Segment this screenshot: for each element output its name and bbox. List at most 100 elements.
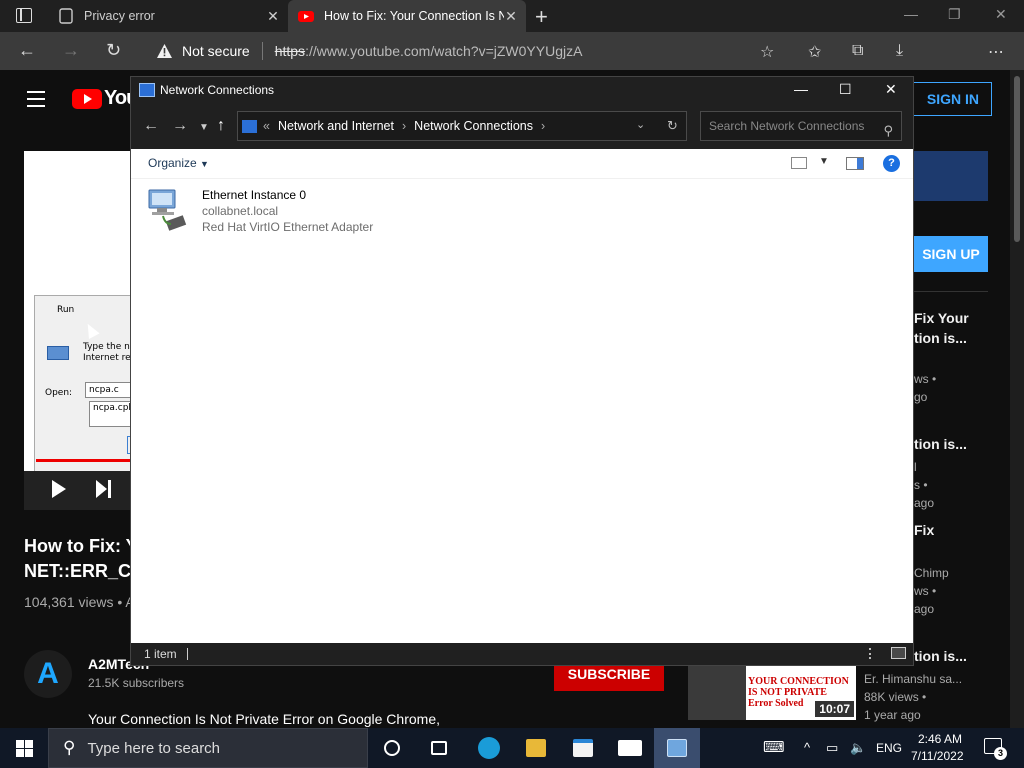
network-connections-taskbar-icon[interactable] [654, 728, 700, 768]
video-title-line: How to Fix: Yo [24, 536, 130, 556]
related-video-thumbnail[interactable]: YOUR CONNECTION IS NOT PRIVATE Error Sol… [688, 666, 856, 720]
recent-locations-icon[interactable]: ▼ [199, 122, 209, 133]
address-breadcrumb[interactable]: « Network and Internet › Network Connect… [237, 111, 687, 141]
change-view-icon[interactable] [791, 157, 807, 169]
close-tab-icon[interactable]: ✕ [266, 8, 280, 25]
new-tab-icon[interactable]: + [535, 4, 548, 30]
video-progress-bar[interactable] [36, 459, 130, 462]
minimize-icon[interactable]: — [794, 81, 808, 97]
favorites-icon[interactable]: ✩ [808, 42, 821, 62]
network-tray-icon[interactable]: ▭ [826, 740, 838, 756]
file-explorer-icon[interactable] [513, 728, 559, 768]
network-adapter-icon [148, 189, 187, 231]
related-video-title[interactable]: tion is... [914, 434, 967, 454]
next-video-icon[interactable] [96, 480, 112, 498]
forward-icon[interactable]: → [62, 40, 80, 61]
search-icon: ⚲ [63, 738, 76, 757]
explorer-toolbar: Organize ▼ ▼ ? [131, 149, 913, 179]
run-app-icon [47, 346, 69, 360]
clock-date[interactable]: 7/11/2022 [911, 749, 964, 763]
breadcrumb-network-and-internet[interactable]: Network and Internet [278, 119, 394, 133]
organize-menu[interactable]: Organize ▼ [148, 156, 209, 170]
run-open-label: Open: [45, 388, 73, 398]
tab-title: How to Fix: Your Connection Is N [324, 9, 504, 23]
scrollbar-thumb[interactable] [1014, 76, 1020, 242]
forward-icon[interactable]: → [172, 117, 188, 135]
close-tab-icon[interactable]: ✕ [504, 8, 518, 25]
minimize-icon[interactable]: — [904, 6, 918, 22]
chevron-right-icon[interactable]: › [541, 119, 545, 133]
back-icon[interactable]: ← [18, 40, 36, 61]
reload-icon[interactable]: ↻ [106, 40, 121, 61]
more-menu-icon[interactable]: ⋯ [988, 42, 1004, 62]
volume-muted-icon[interactable]: 🔈 [850, 740, 866, 756]
channel-avatar[interactable]: A [24, 650, 72, 698]
refresh-icon[interactable]: ↻ [667, 118, 678, 134]
related-video-title[interactable]: Fix [914, 520, 934, 540]
related-video-views: 88K views • [864, 690, 927, 704]
task-view-icon[interactable] [416, 728, 462, 768]
search-input[interactable]: Search Network Connections ⚲ [700, 111, 902, 141]
maximize-icon[interactable]: ☐ [839, 81, 852, 98]
microsoft-store-icon[interactable] [560, 728, 606, 768]
keyboard-icon[interactable]: ⌨ [763, 738, 785, 756]
related-video-meta: Chimp [914, 566, 949, 580]
view-dropdown-icon[interactable]: ▼ [819, 156, 829, 167]
divider [914, 291, 988, 292]
windows-taskbar: ⚲ Type here to search ⌨ ^ ▭ 🔈 ENG 2:46 A… [0, 728, 1024, 768]
related-video-title[interactable]: Fix Your [914, 308, 969, 328]
related-video-title[interactable]: tion is... [914, 646, 967, 666]
url-field[interactable]: Not secure https://www.youtube.com/watch… [144, 36, 787, 66]
tab-youtube-video[interactable]: How to Fix: Your Connection Is N ✕ [288, 0, 526, 32]
restore-icon[interactable]: ❐ [948, 6, 961, 23]
breadcrumb-overflow-icon[interactable]: « [263, 119, 270, 133]
youtube-favicon-icon [298, 11, 314, 22]
show-hidden-icons-icon[interactable]: ^ [804, 740, 810, 755]
add-favorite-icon[interactable]: ☆ [760, 42, 774, 62]
run-open-input: ncpa.c [85, 382, 130, 398]
tab-actions-icon[interactable] [16, 8, 32, 23]
taskbar-search-box[interactable]: ⚲ Type here to search [48, 728, 368, 768]
related-video-meta: ago [914, 602, 935, 616]
window-title-bar[interactable]: Network Connections — ☐ ✕ [131, 77, 913, 104]
tab-privacy-error[interactable]: Privacy error ✕ [48, 0, 288, 32]
related-video-title[interactable]: tion is... [914, 328, 967, 348]
play-icon[interactable] [52, 480, 66, 498]
list-item-ethernet[interactable]: Ethernet Instance 0 collabnet.local Red … [147, 185, 387, 239]
url-path: ://www.youtube.com/watch?v=jZW0YYUgjzA [305, 43, 583, 59]
collections-icon[interactable]: ⧉ [852, 42, 863, 60]
up-icon[interactable]: ↑ [217, 117, 225, 135]
network-connections-icon [139, 83, 155, 97]
sign-up-button[interactable]: SIGN UP [914, 236, 988, 272]
close-icon[interactable]: ✕ [885, 81, 897, 98]
preview-pane-icon[interactable] [846, 157, 864, 170]
ad-banner[interactable] [914, 151, 988, 201]
url-text[interactable]: https://www.youtube.com/watch?v=jZW0YYUg… [275, 43, 583, 59]
language-indicator[interactable]: ENG [876, 741, 902, 755]
clock-time[interactable]: 2:46 AM [915, 732, 965, 746]
details-view-icon[interactable] [869, 648, 883, 659]
large-icons-view-icon[interactable] [891, 647, 906, 659]
help-icon[interactable]: ? [883, 155, 900, 172]
youtube-logo-icon[interactable] [72, 89, 102, 109]
hamburger-menu-icon[interactable] [27, 91, 45, 112]
cortana-icon[interactable] [369, 728, 415, 768]
downloads-icon[interactable]: ⤓ [896, 42, 903, 60]
address-dropdown-icon[interactable]: ⌄ [636, 118, 645, 131]
video-title-line: NET::ERR_CE [24, 561, 130, 581]
run-suggestion: ncpa.cpl [89, 401, 130, 427]
connection-network: collabnet.local [202, 204, 279, 218]
related-video-author[interactable]: Er. Himanshu sa... [864, 672, 962, 686]
thumbnail-person [688, 666, 746, 720]
mail-icon[interactable] [607, 728, 653, 768]
back-icon[interactable]: ← [143, 117, 159, 135]
edge-browser-icon[interactable] [466, 728, 512, 768]
chevron-right-icon[interactable]: › [402, 119, 406, 133]
video-player[interactable]: Run Type the na Internet res Open: ncpa.… [24, 151, 130, 510]
not-secure-label[interactable]: Not secure [182, 43, 250, 59]
breadcrumb-network-connections[interactable]: Network Connections [414, 119, 533, 133]
control-panel-icon [242, 119, 257, 133]
network-connections-window: Network Connections — ☐ ✕ ← → ▼ ↑ « Netw… [130, 76, 914, 666]
start-windows-icon[interactable] [16, 740, 33, 757]
close-browser-icon[interactable]: ✕ [995, 6, 1007, 23]
